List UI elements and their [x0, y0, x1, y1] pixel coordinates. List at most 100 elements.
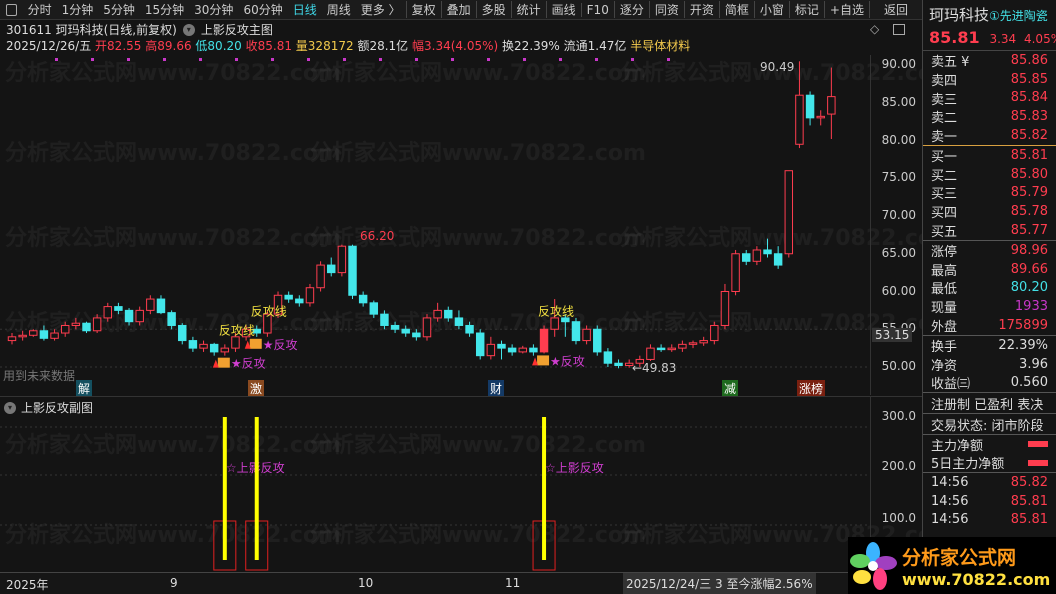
period-30min[interactable]: 30分钟	[189, 1, 238, 18]
candle	[571, 317, 581, 345]
btn-fuquan[interactable]: 复权	[405, 1, 441, 18]
stats2-row: 换手 22.39%	[923, 336, 1056, 355]
period-15min[interactable]: 15分钟	[140, 1, 189, 18]
period-daily[interactable]: 日线	[288, 1, 322, 18]
btn-jiankuang[interactable]: 简框	[718, 1, 754, 18]
period-toolbar: 分时 1分钟 5分钟 15分钟 30分钟 60分钟 日线 周线 更多 〉 复权 …	[0, 0, 922, 20]
row-label: 14:56	[931, 512, 969, 528]
candle	[763, 238, 772, 258]
period-fenshi[interactable]: 分时	[23, 1, 57, 18]
main-chart[interactable]: 分析家公式网www.70822.com 分析家公式网www.70822.com …	[0, 55, 956, 395]
btn-multi[interactable]: 多股	[475, 1, 511, 18]
signal-dot	[415, 58, 418, 61]
btn-mark[interactable]: 标记	[788, 1, 824, 18]
btn-tongzi[interactable]: 同资	[648, 1, 684, 18]
btn-kaizi[interactable]: 开资	[683, 1, 719, 18]
candle	[39, 325, 49, 341]
row-value: 85.84	[1010, 90, 1048, 106]
btn-f10[interactable]: F10	[580, 2, 614, 17]
period-1min[interactable]: 1分钟	[57, 1, 99, 18]
candle	[327, 257, 336, 277]
period-5min[interactable]: 5分钟	[98, 1, 140, 18]
row-label: 最高	[931, 263, 958, 279]
time-axis[interactable]: 2025年 9 10 11 2025/12/24/三 3 至今涨幅2.56%	[0, 572, 922, 594]
diamond-icon[interactable]: ◇	[870, 22, 879, 36]
bids-row: 买三 85.79	[923, 184, 1056, 203]
price-pct: 4.05%	[1023, 32, 1056, 46]
period-60min[interactable]: 60分钟	[238, 1, 287, 18]
signal-dot	[307, 58, 310, 61]
sub-chart[interactable]: 分析家公式网www.70822.com 分析家公式网www.70822.com …	[0, 396, 956, 573]
panel-toggle-icon[interactable]	[6, 3, 17, 16]
row-value: 85.82	[1010, 474, 1048, 490]
candle	[178, 323, 187, 345]
tick-list: 14:56 85.82 14:56 85.81 14:56 85.81	[923, 471, 1056, 529]
btn-overlay[interactable]: 叠加	[440, 1, 476, 18]
candle	[444, 306, 453, 322]
indicator-name[interactable]: 上影反攻主图	[201, 21, 273, 38]
signal-dot	[91, 58, 94, 61]
signal-dot	[487, 58, 490, 61]
asks-row: 卖一 85.82	[923, 126, 1056, 145]
row-value: 85.77	[1010, 223, 1048, 239]
btn-stats[interactable]: 统计	[510, 1, 546, 18]
x-tick: 10	[358, 576, 374, 590]
signal-plot[interactable]: ☆上影反攻☆上影反攻	[0, 397, 870, 573]
row-value: 85.78	[1010, 204, 1048, 220]
price-axis[interactable]: 90.0085.0080.0075.0070.0065.0060.0055.00…	[870, 55, 922, 395]
row-label: 涨停	[931, 244, 958, 260]
btn-back[interactable]: 返回	[868, 1, 922, 18]
tag-ji[interactable]: 激	[248, 380, 265, 397]
date: 2025/12/26/五	[6, 39, 92, 53]
sector[interactable]: 半导体材料	[630, 39, 690, 53]
signal-dot	[55, 58, 58, 61]
candlestick-plot[interactable]: 反攻线★反攻反攻线★反攻反攻线★反攻	[0, 55, 870, 395]
sector-link[interactable]: ①先进陶瓷	[989, 9, 1048, 23]
btn-small-window[interactable]: 小窗	[753, 1, 789, 18]
tag-jie[interactable]: 解	[76, 380, 93, 397]
row-label: 14:56	[931, 474, 969, 490]
btn-draw[interactable]: 画线	[545, 1, 581, 18]
turnover: 换22.39%	[502, 39, 560, 53]
x-tick: 9	[170, 576, 178, 590]
row-label: 买三	[931, 187, 958, 203]
signal-dot	[235, 58, 238, 61]
panel-icon[interactable]	[893, 24, 905, 35]
period-more[interactable]: 更多 〉	[356, 1, 406, 18]
signal-label: ★反攻	[550, 354, 585, 368]
stats-list: 涨停 98.96 最高 89.66 最低 80.20 现量 1933 外盘 175899	[923, 239, 1056, 335]
sub-indicator-name[interactable]: 上影反攻副图	[21, 399, 93, 416]
row-value: 85.80	[1010, 166, 1048, 182]
tag-cai[interactable]: 财	[488, 380, 505, 397]
y-tick: 65.00	[881, 245, 916, 260]
candle	[369, 300, 379, 318]
tag-jian[interactable]: 减	[722, 380, 739, 397]
chevron-down-icon[interactable]: ▾	[182, 23, 195, 36]
trade-status: 交易状态: 闭市阶段	[923, 413, 1056, 434]
current-price-marker: 53.15	[872, 328, 913, 342]
chevron-down-icon[interactable]: ▾	[4, 401, 16, 414]
period-weekly[interactable]: 周线	[322, 1, 356, 18]
btn-add-watchlist[interactable]: +自选	[823, 1, 869, 18]
candle	[603, 348, 613, 367]
line-label: 反攻线	[538, 304, 574, 318]
gift-icon	[537, 355, 550, 366]
signal-dot	[595, 58, 598, 61]
row-value: 85.81	[1010, 147, 1048, 163]
stats-row: 外盘 175899	[923, 316, 1056, 335]
stats-row: 最低 80.20	[923, 279, 1056, 297]
y-tick: 200.0	[881, 459, 916, 473]
row-label: 现量	[931, 301, 958, 317]
candle	[71, 317, 81, 330]
row-label: 买五	[931, 225, 958, 241]
last-price: 85.81	[929, 28, 980, 47]
btn-zhufen[interactable]: 逐分	[613, 1, 649, 18]
flow-row: 主力净额	[923, 434, 1056, 454]
signal-dot	[559, 58, 562, 61]
candle	[656, 344, 666, 352]
ask-list: 卖五 ¥ 85.86 卖四 85.85 卖三 85.84 卖二 85.83 卖一 85.82	[923, 50, 1056, 145]
candle	[805, 91, 815, 126]
candle	[358, 291, 368, 307]
tag-zhangbang[interactable]: 涨榜	[797, 380, 826, 397]
row-value: 0.560	[1010, 375, 1048, 391]
